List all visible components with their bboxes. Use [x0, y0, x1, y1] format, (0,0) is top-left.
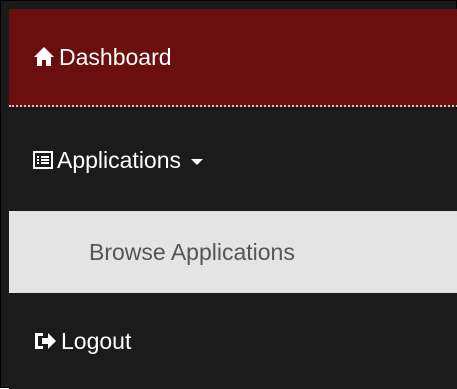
nav-item-dashboard[interactable]: Dashboard: [9, 9, 457, 107]
nav-item-applications[interactable]: Applications: [9, 109, 457, 211]
nav-item-browse-applications-label: Browse Applications: [89, 238, 295, 265]
home-icon: [33, 46, 55, 68]
nav-item-dashboard-label: Dashboard: [59, 43, 172, 70]
nav-item-browse-applications[interactable]: Browse Applications: [9, 211, 457, 293]
caret-down-icon: [191, 159, 204, 165]
nav-item-applications-label: Applications: [57, 146, 182, 173]
logout-icon: [33, 330, 57, 352]
sidebar-nav: Dashboard Applications Browse Applicatio…: [0, 0, 457, 389]
nav-item-logout-label: Logout: [61, 327, 132, 354]
nav-item-logout[interactable]: Logout: [9, 293, 457, 389]
list-icon: [33, 150, 53, 170]
